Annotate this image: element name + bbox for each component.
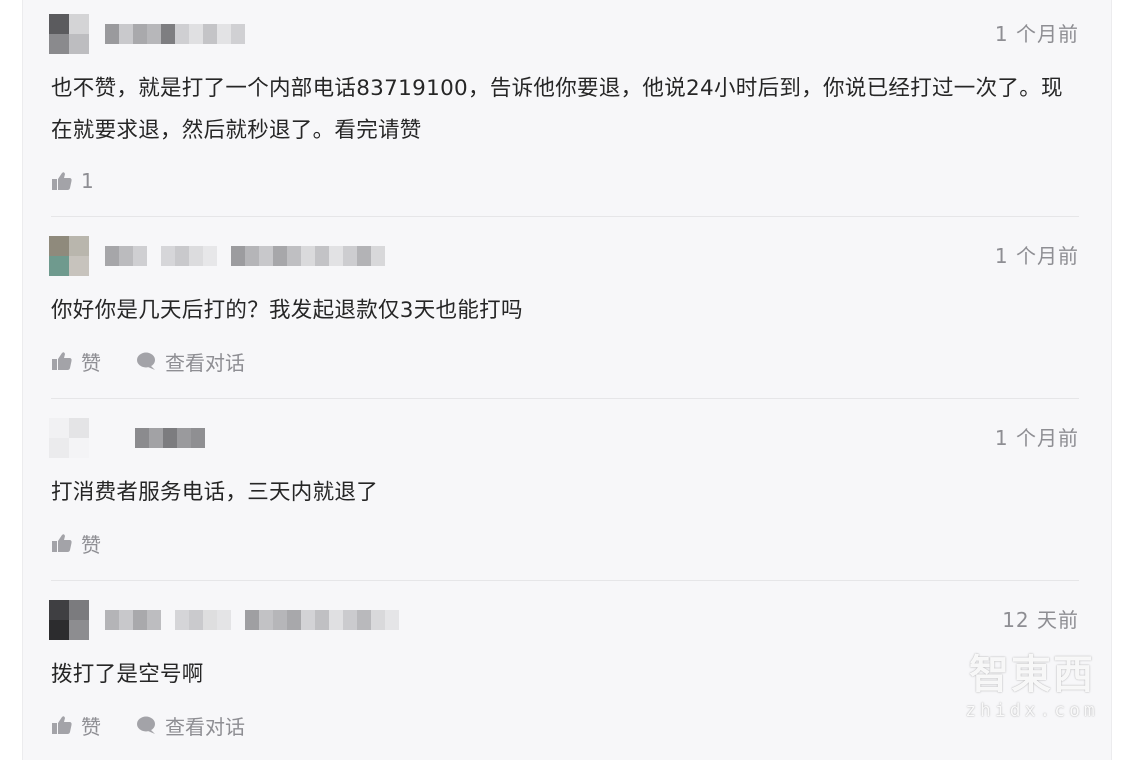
comment-actions: 赞 查看对话 xyxy=(51,346,279,376)
like-label: 赞 xyxy=(81,532,101,557)
comment-text: 你好你是几天后打的？我发起退款仅3天也能打吗 xyxy=(51,298,523,323)
comment-time: 12 天前 xyxy=(1002,608,1079,632)
comment-actions: 赞 查看对话 xyxy=(51,710,279,740)
avatar[interactable] xyxy=(49,600,89,640)
speech-bubble-icon xyxy=(137,716,155,734)
thumbs-up-icon xyxy=(52,352,72,370)
avatar[interactable] xyxy=(49,14,89,54)
like-button[interactable]: 赞 xyxy=(51,347,101,376)
divider xyxy=(51,580,1079,581)
comment-text: 拨打了是空号啊 xyxy=(51,662,204,687)
like-label: 赞 xyxy=(81,350,101,375)
comment-text: 打消费者服务电话，三天内就退了 xyxy=(51,480,379,505)
comment-item: 1 个月前 也不赞，就是打了一个内部电话83719100，告诉他你要退，他说24… xyxy=(23,0,1113,218)
avatar[interactable] xyxy=(49,236,89,276)
nickname-blurred[interactable] xyxy=(105,428,205,450)
comments-panel: 1 个月前 也不赞，就是打了一个内部电话83719100，告诉他你要退，他说24… xyxy=(22,0,1112,760)
thumbs-up-icon xyxy=(52,172,72,190)
watermark-logo-text: 智東西 xyxy=(969,652,1095,698)
comment-actions: 1 xyxy=(51,166,128,196)
like-label: 赞 xyxy=(81,714,101,739)
like-button[interactable]: 赞 xyxy=(51,529,101,558)
thumbs-up-icon xyxy=(52,534,72,552)
view-conversation-button[interactable]: 查看对话 xyxy=(135,711,245,740)
divider xyxy=(51,216,1079,217)
comment-time: 1 个月前 xyxy=(994,22,1079,46)
view-conversation-button[interactable]: 查看对话 xyxy=(135,347,245,376)
view-conversation-label: 查看对话 xyxy=(165,350,245,375)
comment-header: 1 个月前 xyxy=(49,14,1079,54)
comment-header: 1 个月前 xyxy=(49,418,1079,458)
nickname-blurred[interactable] xyxy=(105,610,399,632)
like-button[interactable]: 1 xyxy=(51,169,94,193)
like-label: 1 xyxy=(81,169,94,193)
divider xyxy=(51,398,1079,399)
comment-time: 1 个月前 xyxy=(994,426,1079,450)
watermark-url: zhidx.com xyxy=(965,700,1099,721)
nickname-blurred[interactable] xyxy=(105,24,245,46)
view-conversation-label: 查看对话 xyxy=(165,714,245,739)
avatar[interactable] xyxy=(49,418,89,458)
comment-text: 也不赞，就是打了一个内部电话83719100，告诉他你要退，他说24小时后到，你… xyxy=(51,76,1063,143)
nickname-blurred[interactable] xyxy=(105,246,385,268)
comment-item: 1 个月前 你好你是几天后打的？我发起退款仅3天也能打吗 赞 查看对话 xyxy=(23,218,1113,400)
watermark-logo: 智東西 zhidx.com xyxy=(952,650,1112,746)
speech-bubble-icon xyxy=(137,352,155,370)
comment-header: 12 天前 xyxy=(49,600,1079,640)
comment-header: 1 个月前 xyxy=(49,236,1079,276)
comment-actions: 赞 xyxy=(51,528,135,558)
thumbs-up-icon xyxy=(52,716,72,734)
comment-item: 1 个月前 打消费者服务电话，三天内就退了 赞 xyxy=(23,400,1113,582)
comment-time: 1 个月前 xyxy=(994,244,1079,268)
like-button[interactable]: 赞 xyxy=(51,711,101,740)
comment-item: 12 天前 拨打了是空号啊 赞 查看对话 xyxy=(23,582,1113,760)
